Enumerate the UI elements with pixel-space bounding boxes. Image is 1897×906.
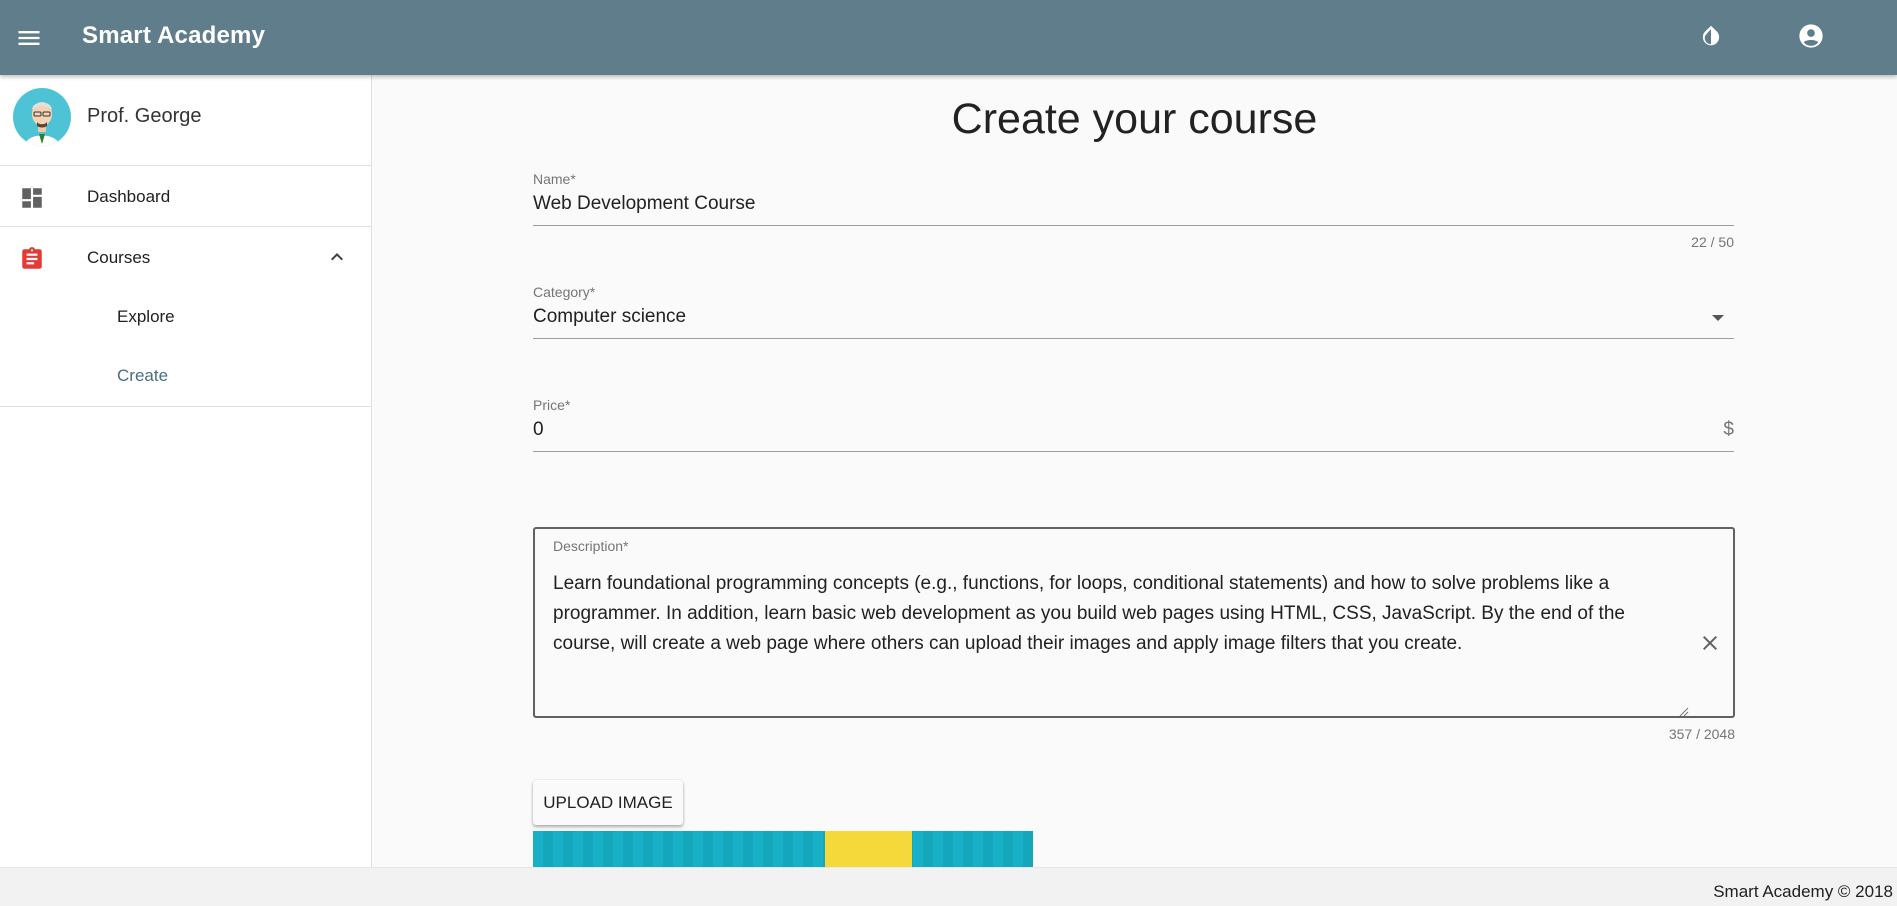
sidebar-item-courses[interactable]: Courses xyxy=(0,228,372,288)
sidebar-item-label: Dashboard xyxy=(87,187,171,206)
sidebar: Prof. George Dashboard Courses Explore C… xyxy=(0,75,372,867)
price-input[interactable]: 0 $ xyxy=(533,419,1734,452)
sidebar-item-label: Courses xyxy=(87,248,151,267)
app-bar: Smart Academy xyxy=(0,0,1897,75)
app-title: Smart Academy xyxy=(82,22,266,49)
name-field-label: Name* xyxy=(533,171,576,187)
description-textarea[interactable]: Description* Learn foundational programm… xyxy=(533,527,1735,718)
chevron-up-icon[interactable] xyxy=(325,245,349,269)
sidebar-item-label: Create xyxy=(117,366,169,385)
price-suffix: $ xyxy=(1723,419,1734,440)
resize-handle-icon[interactable] xyxy=(1679,704,1689,717)
sidebar-item-label: Explore xyxy=(117,307,175,326)
name-char-counter: 22 / 50 xyxy=(1691,234,1734,250)
upload-image-button[interactable]: UPLOAD IMAGE xyxy=(533,780,683,825)
sidebar-item-explore[interactable]: Explore xyxy=(0,288,372,346)
description-text[interactable]: Learn foundational programming concepts … xyxy=(553,569,1683,659)
price-field[interactable]: Price* 0 $ xyxy=(533,397,1734,452)
menu-icon[interactable] xyxy=(13,22,45,54)
category-field-label: Category* xyxy=(533,284,596,300)
image-preview xyxy=(533,831,1033,868)
price-field-label: Price* xyxy=(533,397,571,413)
page-title: Create your course xyxy=(951,95,1318,143)
category-select[interactable]: Category* Computer science xyxy=(533,284,1734,339)
sidebar-item-create[interactable]: Create xyxy=(0,347,372,407)
sidebar-item-dashboard[interactable]: Dashboard xyxy=(0,167,372,227)
theme-toggle-icon[interactable] xyxy=(1695,20,1727,52)
image-preview-stripe xyxy=(825,831,912,868)
description-char-counter: 357 / 2048 xyxy=(1668,726,1735,742)
profile-name: Prof. George xyxy=(87,105,202,127)
profile-section: Prof. George xyxy=(0,75,371,166)
dropdown-arrow-icon[interactable] xyxy=(1712,315,1724,321)
footer: Smart Academy © 2018 xyxy=(0,867,1897,906)
clipboard-icon xyxy=(19,246,45,272)
footer-copyright: Smart Academy © 2018 xyxy=(1713,882,1893,901)
category-value[interactable]: Computer science xyxy=(533,306,1734,339)
name-field[interactable]: Name* Web Development Course 22 / 50 xyxy=(533,171,1734,250)
description-field-label: Description* xyxy=(553,538,629,554)
name-input[interactable]: Web Development Course xyxy=(533,193,1734,226)
close-icon[interactable] xyxy=(1698,631,1722,655)
category-selected-value: Computer science xyxy=(533,306,687,327)
dashboard-icon xyxy=(19,185,45,211)
account-icon[interactable] xyxy=(1795,20,1827,52)
price-value: 0 xyxy=(533,419,544,440)
avatar xyxy=(13,88,71,146)
